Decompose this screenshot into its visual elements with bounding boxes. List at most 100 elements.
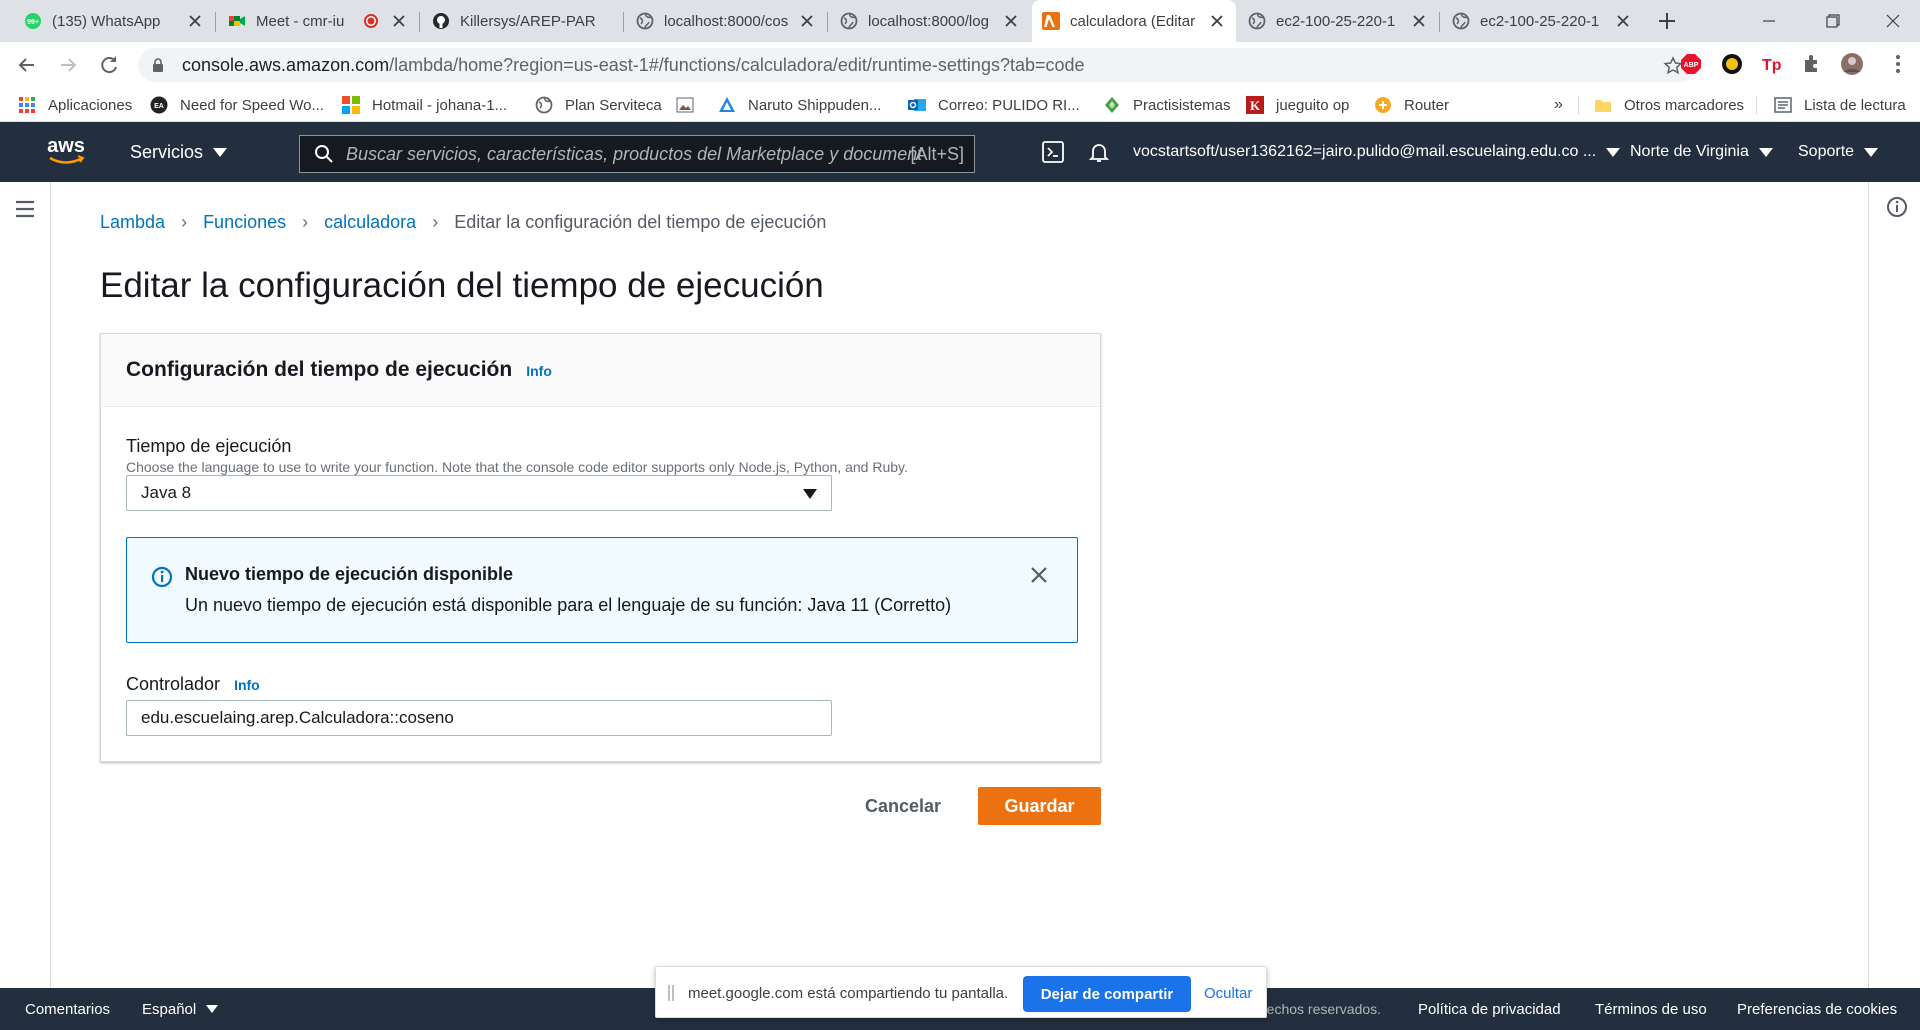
- cancel-button[interactable]: Cancelar: [853, 787, 953, 825]
- save-button[interactable]: Guardar: [978, 787, 1101, 825]
- bookmark-item[interactable]: K jueguito op: [1246, 88, 1349, 122]
- chevron-right-icon: ›: [302, 212, 309, 232]
- aws-search-input[interactable]: Buscar servicios, características, produ…: [299, 135, 975, 173]
- globe-icon: [535, 96, 553, 114]
- tab-title: localhost:8000/log: [868, 12, 989, 30]
- bookmark-item[interactable]: Correo: PULIDO RI...: [908, 88, 1080, 122]
- handler-input[interactable]: edu.escuelaing.arep.Calculadora::coseno: [126, 700, 832, 736]
- bookmark-item[interactable]: Hotmail - johana-1...: [342, 88, 507, 122]
- close-icon[interactable]: [186, 12, 204, 30]
- tp-extension-icon[interactable]: Tp: [1760, 52, 1784, 76]
- back-icon[interactable]: [14, 52, 40, 78]
- terms-link[interactable]: Términos de uso: [1595, 988, 1707, 1030]
- info-circle-icon[interactable]: [1886, 196, 1908, 218]
- profile-avatar-icon[interactable]: [1840, 52, 1864, 76]
- bookmark-item[interactable]: [676, 88, 706, 122]
- bookmarks-overflow[interactable]: »: [1554, 88, 1563, 122]
- extensions-puzzle-icon[interactable]: [1800, 52, 1824, 76]
- tab-title: Meet - cmr-iu: [256, 12, 345, 30]
- whatsapp-icon: 99+: [25, 13, 41, 29]
- window-close-icon[interactable]: [1880, 8, 1906, 34]
- minimize-icon[interactable]: [1756, 8, 1782, 34]
- adblock-icon[interactable]: ABP: [1679, 52, 1703, 76]
- bookmark-item[interactable]: Router: [1374, 88, 1449, 122]
- forward-icon[interactable]: [55, 52, 81, 78]
- bookmark-other-folder[interactable]: Otros marcadores: [1594, 88, 1744, 122]
- aws-logo[interactable]: aws: [44, 134, 88, 168]
- copyright-text: rechos reservados.: [1262, 1001, 1382, 1017]
- browser-tab[interactable]: ec2-100-25-220-1: [1442, 0, 1642, 42]
- recording-icon: [364, 14, 378, 28]
- close-icon[interactable]: [1410, 12, 1428, 30]
- breadcrumb-funciones[interactable]: Funciones: [203, 212, 286, 233]
- reload-icon[interactable]: [96, 52, 122, 78]
- close-icon[interactable]: [1002, 12, 1020, 30]
- reading-list[interactable]: Lista de lectura: [1774, 88, 1906, 122]
- close-icon[interactable]: [390, 12, 408, 30]
- account-menu[interactable]: vocstartsoft/user1362162=jairo.pulido@ma…: [1133, 122, 1621, 182]
- bookmark-item[interactable]: Practisistemas: [1103, 88, 1231, 122]
- chrome-menu-icon[interactable]: [1886, 52, 1910, 76]
- close-icon[interactable]: [1208, 12, 1226, 30]
- bookmark-label: Correo: PULIDO RI...: [938, 96, 1080, 114]
- search-placeholder: Buscar servicios, características, produ…: [346, 143, 923, 164]
- drag-handle-icon[interactable]: [668, 985, 674, 1001]
- url-path: /lambda/home?region=us-east-1#/functions…: [389, 54, 1085, 75]
- hide-share-bar-button[interactable]: Ocultar: [1204, 967, 1252, 1019]
- handler-label: Controlador: [126, 674, 221, 694]
- hamburger-menu-icon[interactable]: [14, 199, 36, 219]
- bookmark-label: Practisistemas: [1133, 96, 1231, 114]
- feedback-link[interactable]: Comentarios: [25, 988, 110, 1030]
- services-menu[interactable]: Servicios: [130, 122, 228, 182]
- browser-tab[interactable]: 99+ (135) WhatsApp: [14, 0, 214, 42]
- browser-tab-active[interactable]: calculadora (Editar: [1032, 0, 1236, 42]
- handler-info-link[interactable]: Info: [234, 677, 260, 693]
- stop-sharing-button[interactable]: Dejar de compartir: [1023, 976, 1191, 1012]
- bookmark-label: Lista de lectura: [1804, 96, 1906, 114]
- support-menu[interactable]: Soporte: [1798, 122, 1879, 182]
- bookmark-item[interactable]: Plan Serviteca: [535, 88, 662, 122]
- bookmark-label: Naruto Shippuden...: [748, 96, 882, 114]
- browser-tab[interactable]: localhost:8000/log: [830, 0, 1030, 42]
- breadcrumb-calculadora[interactable]: calculadora: [324, 212, 416, 233]
- language-menu[interactable]: Español: [142, 988, 219, 1030]
- tab-title: calculadora (Editar: [1070, 12, 1196, 30]
- new-tab-icon[interactable]: [1656, 10, 1678, 32]
- close-icon[interactable]: [798, 12, 816, 30]
- browser-tab[interactable]: ec2-100-25-220-1: [1238, 0, 1438, 42]
- runtime-select[interactable]: Java 8: [126, 475, 832, 511]
- restore-icon[interactable]: [1820, 8, 1846, 34]
- bookmark-item[interactable]: Naruto Shippuden...: [718, 88, 881, 122]
- extension-circle-icon[interactable]: [1720, 52, 1744, 76]
- browser-tab[interactable]: Meet - cmr-iu: [218, 0, 418, 42]
- bookmark-label: Need for Speed Wo...: [180, 96, 324, 114]
- privacy-link[interactable]: Política de privacidad: [1418, 988, 1561, 1030]
- info-link[interactable]: Info: [526, 363, 552, 379]
- caret-down-icon: [206, 1005, 219, 1013]
- breadcrumb-lambda[interactable]: Lambda: [100, 212, 165, 233]
- lock-icon[interactable]: [150, 57, 166, 73]
- account-label: vocstartsoft/user1362162=jairo.pulido@ma…: [1133, 143, 1597, 160]
- bookmark-label: Plan Serviteca: [565, 96, 662, 114]
- url-field[interactable]: console.aws.amazon.com/lambda/home?regio…: [138, 48, 1697, 82]
- caret-down-icon: [1758, 147, 1773, 157]
- region-menu[interactable]: Norte de Virginia: [1630, 122, 1773, 182]
- close-icon[interactable]: [1614, 12, 1632, 30]
- handler-label-row: Controlador Info: [126, 674, 260, 695]
- search-icon: [315, 145, 333, 163]
- bookmark-item[interactable]: EA Need for Speed Wo...: [150, 88, 324, 122]
- meet-icon: [229, 16, 245, 26]
- github-icon: [433, 13, 449, 29]
- browser-tab[interactable]: Killersys/AREP-PAR: [422, 0, 622, 42]
- globe-icon: [1452, 12, 1470, 30]
- close-icon[interactable]: [1029, 565, 1049, 585]
- bookmark-apps[interactable]: Aplicaciones: [18, 88, 132, 122]
- alert-title: Nuevo tiempo de ejecución disponible: [185, 564, 514, 584]
- svg-text:99+: 99+: [27, 19, 39, 26]
- cookie-preferences-link[interactable]: Preferencias de cookies: [1737, 988, 1897, 1030]
- browser-tab[interactable]: localhost:8000/cos: [626, 0, 826, 42]
- region-label: Norte de Virginia: [1630, 143, 1749, 160]
- apps-grid-icon: [19, 97, 35, 113]
- notifications-button[interactable]: [1088, 122, 1110, 182]
- cloudshell-button[interactable]: [1042, 122, 1064, 182]
